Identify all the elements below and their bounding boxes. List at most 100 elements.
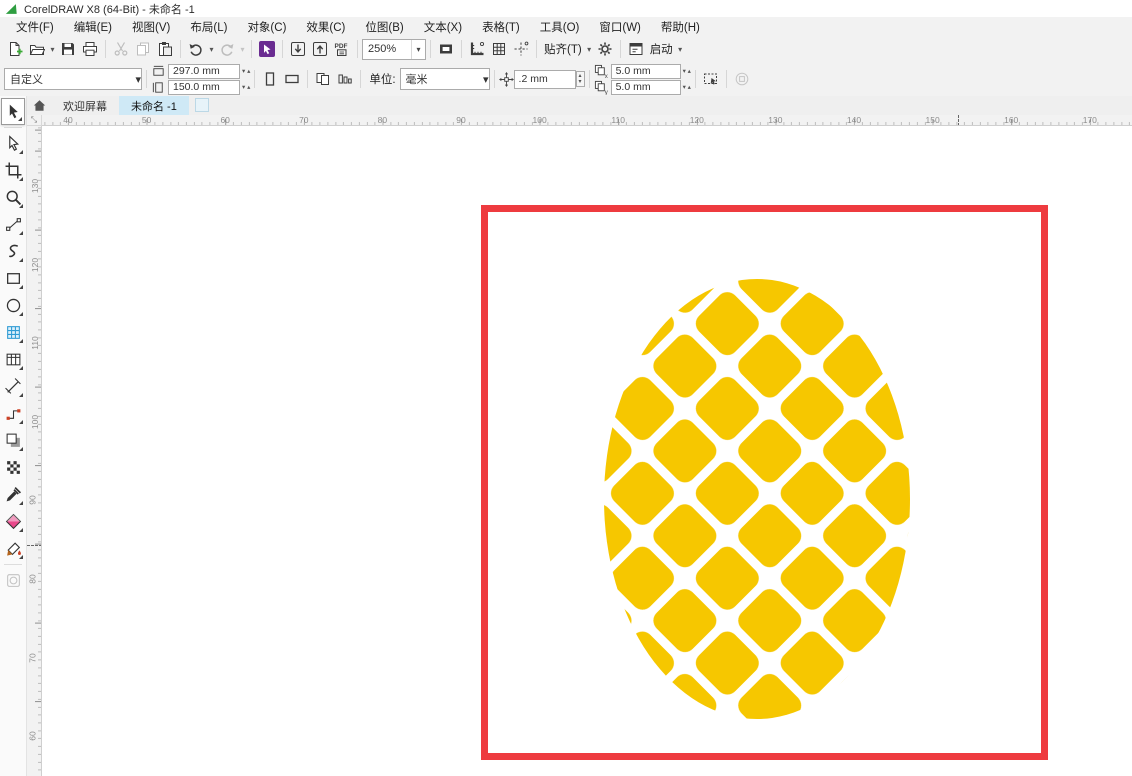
vertical-ruler[interactable]: 13012011010090807060 (27, 126, 42, 776)
cut-icon[interactable] (110, 38, 132, 60)
page-width-stepper[interactable]: ▾ ▴ (242, 67, 250, 75)
crop-tool[interactable] (1, 157, 25, 184)
horizontal-ruler[interactable]: 405060708090100110120130140150160170 (42, 115, 1132, 126)
menu-item-4[interactable]: 对象(C) (237, 17, 296, 37)
chevron-down-icon[interactable]: ▾ (411, 40, 425, 59)
menu-item-3[interactable]: 布局(L) (180, 17, 237, 37)
chevron-down-icon[interactable]: ▾ (207, 45, 216, 54)
menu-item-10[interactable]: 窗口(W) (589, 17, 651, 37)
treat-as-filled-button[interactable] (700, 68, 722, 90)
hruler-label-50: 50 (142, 115, 151, 125)
chevron-down-icon[interactable]: ▾ (48, 45, 57, 54)
current-page-button[interactable] (334, 68, 356, 90)
table-tool[interactable] (1, 346, 25, 373)
interactive-fill-tool[interactable] (1, 508, 25, 535)
menu-item-2[interactable]: 视图(V) (122, 17, 180, 37)
hruler-label-140: 140 (847, 115, 861, 125)
hruler-label-170: 170 (1083, 115, 1097, 125)
vruler-label-70: 70 (28, 653, 38, 662)
rectangle-tool[interactable] (1, 265, 25, 292)
graph-paper-tool[interactable] (1, 319, 25, 346)
duplicate-y-field[interactable]: 5.0 mm (611, 80, 681, 95)
vruler-label-90: 90 (28, 496, 38, 505)
smart-fill-tool[interactable] (1, 535, 25, 562)
export-icon[interactable] (309, 38, 331, 60)
chevron-down-icon[interactable]: ▾ (483, 73, 489, 86)
paste-icon[interactable] (154, 38, 176, 60)
drawing-canvas[interactable] (42, 126, 1132, 776)
menu-item-5[interactable]: 效果(C) (296, 17, 355, 37)
artistic-media-tool[interactable] (1, 238, 25, 265)
redo-icon[interactable] (216, 38, 238, 60)
copy-icon[interactable] (132, 38, 154, 60)
menu-item-1[interactable]: 编辑(E) (64, 17, 122, 37)
transparency-tool[interactable] (1, 454, 25, 481)
toolbar-divider (536, 40, 537, 58)
units-combo[interactable]: 毫米 ▾ (400, 68, 490, 90)
outline-pen-tool[interactable] (1, 567, 25, 594)
shape-tool[interactable] (1, 130, 25, 157)
all-pages-button[interactable] (312, 68, 334, 90)
document-tab-1[interactable]: 未命名 -1 (119, 96, 189, 115)
nudge-distance-field[interactable]: .2 mm (514, 70, 576, 89)
pdf-publish-icon[interactable]: PDF (331, 38, 353, 60)
options-gear-icon[interactable] (594, 38, 616, 60)
print-icon[interactable] (79, 38, 101, 60)
menu-item-9[interactable]: 工具(O) (530, 17, 590, 37)
menu-item-0[interactable]: 文件(F) (6, 17, 64, 37)
import-icon[interactable] (287, 38, 309, 60)
coreldraw-logo-icon (4, 2, 18, 16)
launch-dropdown[interactable]: 启动 (647, 41, 676, 57)
save-icon[interactable] (57, 38, 79, 60)
menu-item-7[interactable]: 文本(X) (414, 17, 472, 37)
portrait-button[interactable] (259, 68, 281, 90)
document-tab-0[interactable]: 欢迎屏幕 (51, 96, 119, 115)
rulers-toggle-icon[interactable] (466, 38, 488, 60)
launch-icon[interactable] (625, 38, 647, 60)
chevron-down-icon[interactable]: ▾ (135, 73, 141, 86)
undo-icon[interactable] (185, 38, 207, 60)
chevron-down-icon[interactable]: ▾ (585, 45, 594, 54)
vruler-label-130: 130 (30, 179, 40, 193)
toolbar-divider (282, 40, 283, 58)
ellipse-tool[interactable] (1, 292, 25, 319)
duplicate-x-field[interactable]: 5.0 mm (611, 64, 681, 79)
landscape-button[interactable] (281, 68, 303, 90)
chevron-down-icon[interactable]: ▾ (238, 45, 247, 54)
chevron-down-icon[interactable]: ▾ (676, 45, 685, 54)
pick-tool[interactable] (1, 98, 25, 125)
drop-shadow-tool[interactable] (1, 427, 25, 454)
guidelines-toggle-icon[interactable] (510, 38, 532, 60)
toolbar-divider (105, 40, 106, 58)
hruler-label-70: 70 (299, 115, 308, 125)
freehand-tool[interactable] (1, 211, 25, 238)
ruler-origin-button[interactable]: ⤡ (27, 115, 42, 126)
page-height-stepper[interactable]: ▾ ▴ (242, 83, 250, 91)
duplicate-y-stepper[interactable]: ▾ ▴ (683, 83, 691, 91)
fullscreen-preview-icon[interactable] (435, 38, 457, 60)
page-width-field[interactable]: 297.0 mm (168, 64, 240, 79)
page-height-field[interactable]: 150.0 mm (168, 80, 240, 95)
connector-tool[interactable] (1, 400, 25, 427)
menu-item-8[interactable]: 表格(T) (472, 17, 530, 37)
home-icon[interactable] (27, 96, 51, 115)
new-document-icon[interactable] (4, 38, 26, 60)
divider (360, 70, 361, 88)
menu-item-6[interactable]: 位图(B) (355, 17, 413, 37)
search-content-icon[interactable] (256, 38, 278, 60)
grid-toggle-icon[interactable] (488, 38, 510, 60)
pattern-ellipse-shape[interactable] (42, 126, 1132, 776)
divider (695, 70, 696, 88)
duplicate-x-stepper[interactable]: ▾ ▴ (683, 67, 691, 75)
color-eyedropper-tool[interactable] (1, 481, 25, 508)
page-preset-combo[interactable]: 自定义 ▾ (4, 68, 142, 90)
nudge-stepper[interactable]: ▴▾ (576, 71, 585, 87)
zoom-tool[interactable] (1, 184, 25, 211)
menu-item-11[interactable]: 帮助(H) (651, 17, 710, 37)
open-icon[interactable] (26, 38, 48, 60)
snap-dropdown[interactable]: 贴齐(T) (541, 41, 585, 57)
new-tab-button[interactable] (195, 98, 209, 112)
wrap-paragraph-text-button[interactable] (731, 68, 753, 90)
zoom-level-combo[interactable]: 250%▾ (362, 39, 426, 60)
parallel-dimension-tool[interactable] (1, 373, 25, 400)
